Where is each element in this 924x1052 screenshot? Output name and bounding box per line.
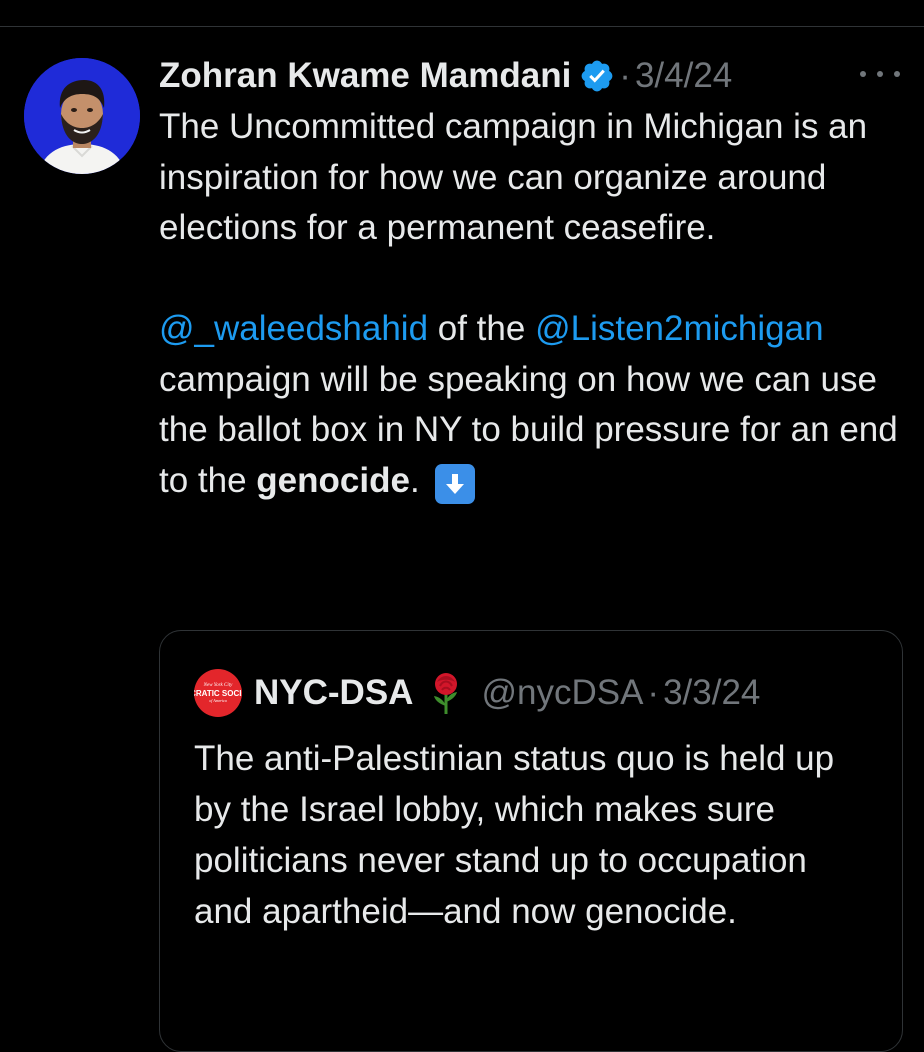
- tweet-body: Zohran Kwame Mamdani · 3/4/24 The Uncomm…: [159, 54, 899, 506]
- quote-avatar[interactable]: New York City DEMOCRATIC SOCIALISTS of A…: [194, 669, 242, 717]
- avatar[interactable]: [24, 58, 140, 174]
- tweet-paragraph-2: @_waleedshahid of the @Listen2michigan c…: [159, 304, 899, 506]
- text-segment: .: [409, 460, 430, 500]
- separator-dot: ·: [647, 673, 660, 712]
- tweet-paragraph-1: The Uncommitted campaign in Michigan is …: [159, 107, 868, 247]
- tweet-text: The Uncommitted campaign in Michigan is …: [159, 102, 899, 506]
- quote-display-name[interactable]: NYC-DSA: [254, 673, 413, 713]
- timestamp[interactable]: 3/4/24: [635, 54, 732, 98]
- quoted-tweet-card[interactable]: New York City DEMOCRATIC SOCIALISTS of A…: [159, 630, 903, 1052]
- down-arrow-emoji-icon: [435, 463, 476, 504]
- mention-link-listen2michigan[interactable]: @Listen2michigan: [535, 309, 823, 348]
- text-segment: of the: [428, 309, 536, 348]
- display-name[interactable]: Zohran Kwame Mamdani: [159, 54, 571, 98]
- mention-link-waleedshahid[interactable]: @_waleedshahid: [159, 309, 428, 348]
- separator-dot: ·: [619, 56, 631, 95]
- quote-timestamp[interactable]: 3/3/24: [663, 673, 760, 713]
- quoted-tweet-header: New York City DEMOCRATIC SOCIALISTS of A…: [194, 669, 760, 717]
- verified-badge-icon: [579, 58, 615, 94]
- tweet-header: Zohran Kwame Mamdani · 3/4/24: [159, 54, 899, 98]
- rose-icon: [423, 670, 469, 716]
- bold-word: genocide: [256, 460, 410, 500]
- top-divider: [0, 26, 924, 27]
- quote-handle[interactable]: @nycDSA: [481, 673, 643, 713]
- quote-text: The anti-Palestinian status quo is held …: [194, 739, 835, 931]
